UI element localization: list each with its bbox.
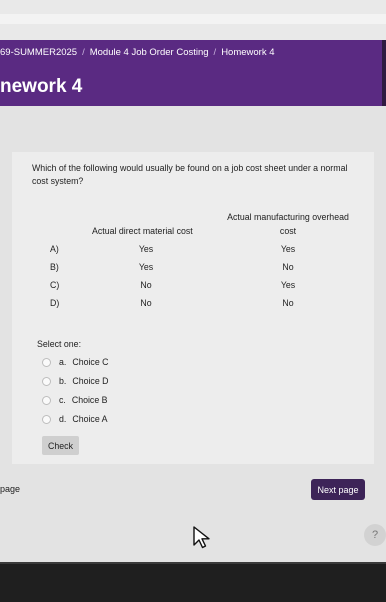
row-value-overhead: Yes — [280, 244, 296, 254]
bottom-divider — [0, 562, 386, 564]
breadcrumb-course[interactable]: 69-SUMMER2025 — [0, 47, 77, 58]
option-letter: c. — [59, 395, 66, 405]
row-value-overhead: Yes — [280, 280, 296, 290]
row-value-material: Yes — [138, 262, 154, 272]
option-text: Choice C — [72, 357, 109, 367]
col2-header-line2: cost — [279, 226, 297, 236]
radio-button[interactable] — [42, 395, 51, 405]
radio-button[interactable] — [42, 414, 51, 424]
option-b[interactable]: b. Choice D — [42, 374, 109, 388]
option-c[interactable]: c. Choice B — [42, 393, 108, 407]
breadcrumb: 69-SUMMER2025 / Module 4 Job Order Costing… — [0, 47, 275, 58]
option-letter: b. — [59, 376, 67, 386]
browser-top — [0, 0, 386, 40]
question-card: Which of the following would usually be … — [12, 152, 374, 464]
option-letter: d. — [59, 414, 67, 424]
option-d[interactable]: d. Choice A — [42, 412, 108, 426]
help-button[interactable]: ? — [364, 524, 386, 546]
page-title: nework 4 — [0, 76, 83, 97]
col2-header-line1: Actual manufacturing overhead — [227, 212, 349, 222]
select-one-label: Select one: — [37, 339, 82, 349]
row-label: D) — [50, 298, 60, 308]
row-label: C) — [50, 280, 60, 290]
option-a[interactable]: a. Choice C — [42, 355, 109, 369]
breadcrumb-separator: / — [82, 47, 85, 58]
row-label: B) — [50, 262, 59, 272]
row-value-material: No — [140, 298, 152, 308]
bottom-bar — [0, 562, 386, 602]
option-letter: a. — [59, 357, 67, 367]
row-value-overhead: No — [282, 298, 294, 308]
radio-button[interactable] — [42, 357, 51, 367]
breadcrumb-page[interactable]: Homework 4 — [221, 47, 274, 58]
breadcrumb-separator: / — [213, 47, 217, 58]
radio-button[interactable] — [42, 376, 51, 386]
row-value-overhead: No — [282, 262, 294, 272]
col1-header: Actual direct material cost — [92, 226, 193, 236]
option-text: Choice B — [71, 395, 108, 405]
option-text: Choice D — [72, 376, 109, 386]
row-label: A) — [50, 244, 59, 254]
row-value-material: Yes — [138, 244, 154, 254]
breadcrumb-module[interactable]: Module 4 Job Order Costing — [90, 47, 209, 58]
previous-page-link[interactable]: page — [0, 484, 20, 494]
check-button[interactable]: Check — [42, 436, 79, 455]
next-page-button[interactable]: Next page — [311, 479, 365, 500]
question-text: Which of the following would usually be … — [32, 163, 348, 186]
row-value-material: No — [140, 280, 152, 290]
option-text: Choice A — [72, 414, 108, 424]
header-edge — [382, 40, 386, 106]
mouse-cursor-icon — [193, 526, 210, 549]
top-strip — [0, 14, 386, 24]
